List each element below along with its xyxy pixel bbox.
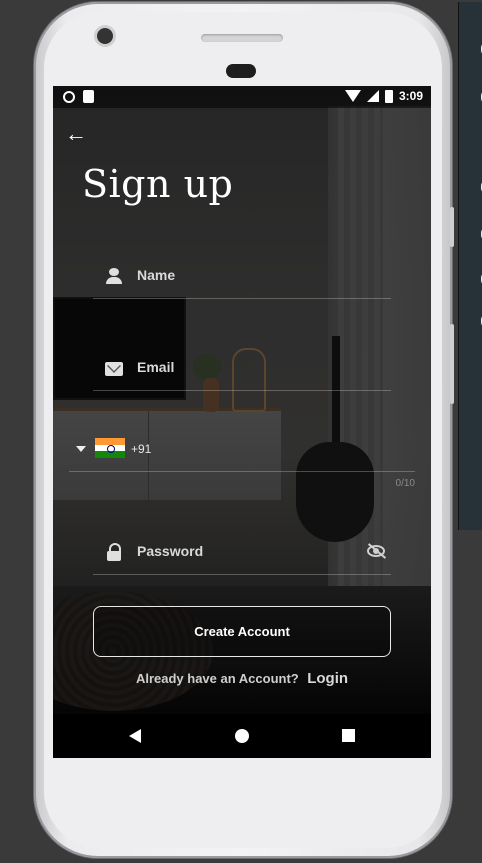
nav-home-icon[interactable] bbox=[235, 729, 249, 743]
emulator-side-panel bbox=[458, 2, 482, 530]
signal-icon bbox=[366, 90, 379, 102]
name-field[interactable]: Name bbox=[93, 259, 391, 299]
sd-card-icon bbox=[83, 90, 94, 103]
emulator-stage: 3:09 ← Sign up Name Email +91 0/10 Passw… bbox=[0, 0, 482, 863]
battery-icon bbox=[384, 89, 393, 103]
phone-char-counter: 0/10 bbox=[395, 478, 415, 489]
earpiece bbox=[226, 64, 256, 78]
login-link[interactable]: Login bbox=[307, 670, 348, 687]
wifi-icon bbox=[344, 90, 361, 102]
email-placeholder: Email bbox=[137, 359, 175, 375]
status-left bbox=[63, 90, 94, 103]
phone-number-field[interactable]: +91 0/10 bbox=[69, 432, 415, 489]
notification-icon bbox=[63, 90, 75, 103]
status-bar: 3:09 bbox=[53, 86, 431, 108]
arrow-left-icon: ← bbox=[65, 121, 87, 146]
country-code: +91 bbox=[131, 442, 152, 456]
power-button[interactable] bbox=[450, 207, 454, 247]
password-field[interactable]: Password bbox=[93, 535, 391, 575]
mail-icon bbox=[105, 362, 123, 376]
login-row: Already have an Account? Login bbox=[53, 670, 431, 688]
front-camera bbox=[97, 28, 113, 44]
nav-recents-icon[interactable] bbox=[342, 729, 355, 742]
eye-off-icon[interactable] bbox=[367, 545, 385, 557]
india-flag-icon[interactable] bbox=[95, 438, 125, 458]
login-prompt: Already have an Account? bbox=[135, 671, 299, 686]
name-placeholder: Name bbox=[137, 267, 176, 283]
back-button[interactable]: ← bbox=[65, 122, 93, 150]
navigation-bar bbox=[53, 714, 431, 758]
create-account-button[interactable]: Create Account bbox=[93, 606, 391, 657]
status-time: 3:09 bbox=[398, 89, 423, 103]
lock-icon bbox=[105, 543, 123, 561]
country-dropdown-icon[interactable] bbox=[76, 446, 86, 452]
email-field[interactable]: Email bbox=[93, 351, 391, 391]
person-icon bbox=[105, 267, 123, 285]
password-placeholder: Password bbox=[137, 543, 204, 559]
volume-button[interactable] bbox=[450, 324, 454, 404]
status-right: 3:09 bbox=[344, 89, 423, 103]
top-speaker bbox=[201, 34, 283, 42]
nav-back-icon[interactable] bbox=[129, 729, 141, 743]
page-title: Sign up bbox=[82, 162, 234, 206]
app-screen: 3:09 ← Sign up Name Email +91 0/10 Passw… bbox=[53, 86, 431, 758]
